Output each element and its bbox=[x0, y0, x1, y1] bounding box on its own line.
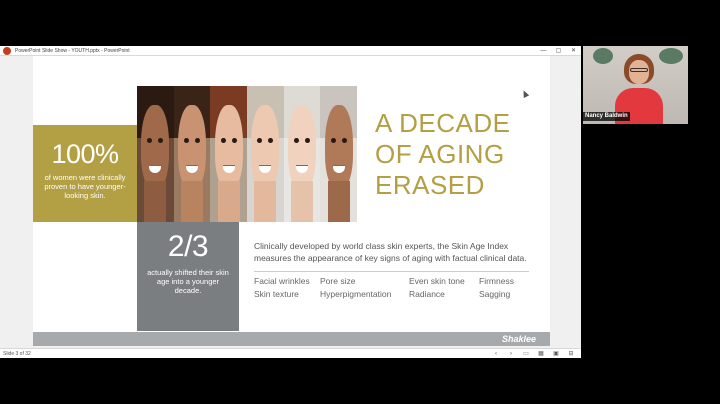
headline-line: OF AGING bbox=[375, 139, 505, 169]
slideshow-controls: ‹ › ▭ ▦ ▣ ⊟ bbox=[492, 349, 575, 359]
face-photo bbox=[137, 86, 174, 222]
plant-decor bbox=[659, 48, 683, 64]
slide-description: Clinically developed by world class skin… bbox=[254, 241, 527, 263]
slide-footer-bar: Shaklee bbox=[33, 332, 550, 346]
slide-headline: A DECADE OF AGING ERASED bbox=[375, 108, 545, 201]
slide-counter: Slide 3 of 32 bbox=[3, 351, 31, 357]
reading-view-icon[interactable]: ▣ bbox=[552, 349, 560, 359]
next-slide-icon[interactable]: › bbox=[507, 349, 515, 359]
face-photo bbox=[173, 86, 211, 222]
face-photo bbox=[320, 86, 358, 222]
close-button[interactable]: ✕ bbox=[566, 46, 581, 56]
aging-signs-list: Facial wrinkles Pore size Even skin tone… bbox=[254, 275, 544, 300]
face-photo bbox=[210, 86, 248, 222]
aging-sign: Radiance bbox=[409, 289, 445, 299]
stat-box-100-percent: 100% of women were clinically proven to … bbox=[33, 125, 137, 222]
webcam-video-tile[interactable]: Nancy Baldwin bbox=[583, 46, 688, 124]
stat-box-two-thirds: 2/3 actually shifted their skin age into… bbox=[137, 222, 239, 331]
window-controls: — ▢ ✕ bbox=[536, 46, 581, 56]
minimize-button[interactable]: — bbox=[536, 46, 551, 56]
powerpoint-window: PowerPoint Slide Show - YOUTH.pptx - Pow… bbox=[0, 46, 581, 358]
screen: PowerPoint Slide Show - YOUTH.pptx - Pow… bbox=[0, 0, 720, 404]
shaklee-logo: Shaklee bbox=[501, 334, 536, 344]
slideshow-status-bar: Slide 3 of 32 ‹ › ▭ ▦ ▣ ⊟ bbox=[0, 348, 581, 358]
slide-sorter-icon[interactable]: ▦ bbox=[537, 349, 545, 359]
participant-name: Nancy Baldwin bbox=[583, 112, 630, 121]
face-photo bbox=[283, 86, 321, 222]
window-title: PowerPoint Slide Show - YOUTH.pptx - Pow… bbox=[15, 48, 130, 54]
powerpoint-app-icon bbox=[3, 47, 11, 55]
title-bar: PowerPoint Slide Show - YOUTH.pptx - Pow… bbox=[0, 46, 581, 56]
aging-sign: Hyperpigmentation bbox=[320, 289, 392, 299]
plant-decor bbox=[593, 48, 613, 64]
aging-sign: Pore size bbox=[320, 276, 356, 286]
normal-view-icon[interactable]: ▭ bbox=[522, 349, 530, 359]
aging-sign: Even skin tone bbox=[409, 276, 465, 286]
aging-sign: Firmness bbox=[479, 276, 514, 286]
previous-slide-icon[interactable]: ‹ bbox=[492, 349, 500, 359]
stat-value: 100% bbox=[51, 139, 119, 169]
slide[interactable]: 100% of women were clinically proven to … bbox=[33, 56, 550, 346]
headline-line: A DECADE bbox=[375, 108, 511, 138]
aging-sign: Sagging bbox=[479, 289, 511, 299]
face-photo bbox=[247, 86, 284, 222]
aging-sign: Facial wrinkles bbox=[254, 276, 310, 286]
slideshow-icon[interactable]: ⊟ bbox=[567, 349, 575, 359]
stat-text: actually shifted their skin age into a y… bbox=[147, 268, 229, 295]
stat-text: of women were clinically proven to have … bbox=[44, 173, 126, 200]
presenter-face bbox=[629, 60, 649, 84]
headline-line: ERASED bbox=[375, 170, 485, 200]
mouse-cursor-icon bbox=[520, 89, 530, 98]
stat-value: 2/3 bbox=[167, 230, 209, 263]
aging-sign: Skin texture bbox=[254, 289, 299, 299]
slide-area: 100% of women were clinically proven to … bbox=[0, 56, 581, 348]
faces-photo-strip bbox=[137, 86, 358, 222]
maximize-button[interactable]: ▢ bbox=[551, 46, 566, 56]
divider bbox=[254, 271, 529, 272]
